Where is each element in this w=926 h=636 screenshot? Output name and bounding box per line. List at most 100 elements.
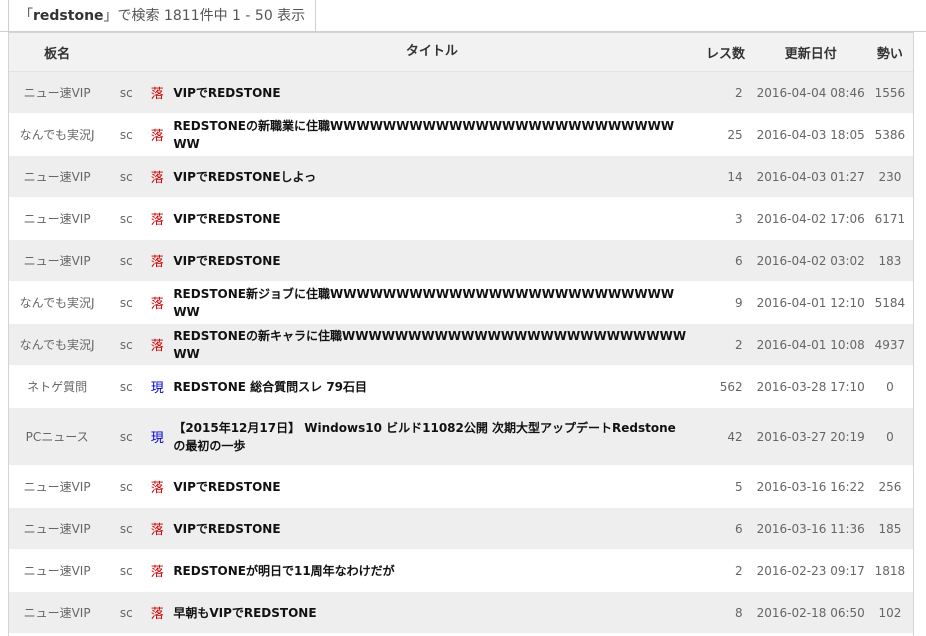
speed-value: 183 (866, 239, 913, 282)
updated-date: 2016-04-02 17:06 (754, 197, 867, 240)
board-name[interactable]: ネトゲ質問 (9, 365, 106, 408)
source-label: sc (105, 71, 148, 114)
board-name[interactable]: PCニュース (9, 407, 106, 466)
table-row: ニュー速VIP sc 落 VIPでREDSTONE 3 2016-04-02 17:06 6… (9, 197, 913, 240)
thread-title-link[interactable]: REDSTONE新ジョブに住職WWWWWWWWWWWWWWWWWWWWWWWWW… (167, 281, 697, 324)
thread-title-link[interactable]: REDSTONEの新職業に住職WWWWWWWWWWWWWWWWWWWWWWWWW… (167, 113, 697, 156)
res-count: 562 (696, 365, 755, 408)
thread-status: 現 (147, 407, 168, 466)
thread-title-link[interactable]: VIPでREDSTONE (167, 239, 697, 282)
res-count: 8 (696, 591, 755, 633)
source-label: sc (105, 239, 148, 282)
thread-status: 落 (147, 591, 168, 633)
header-source (105, 33, 148, 72)
thread-status: 落 (147, 113, 168, 156)
updated-date: 2016-03-16 16:22 (754, 465, 867, 508)
thread-status: 落 (147, 71, 168, 114)
updated-date: 2016-04-04 08:46 (754, 71, 867, 114)
source-label: sc (105, 113, 148, 156)
source-label: sc (105, 549, 148, 592)
board-name[interactable]: ニュー速VIP (9, 591, 106, 633)
board-name[interactable]: ニュー速VIP (9, 71, 106, 114)
thread-status: 落 (147, 465, 168, 508)
board-name[interactable]: ニュー速VIP (9, 155, 106, 198)
search-summary-bar: 「redstone」で検索 1811件中 1 - 50 表示 (0, 0, 926, 32)
source-label: sc (105, 465, 148, 508)
header-status (147, 33, 168, 72)
updated-date: 2016-03-28 17:10 (754, 365, 867, 408)
res-count: 2 (696, 323, 755, 366)
thread-status: 落 (147, 239, 168, 282)
board-name[interactable]: なんでも実況J (9, 281, 106, 324)
source-label: sc (105, 591, 148, 633)
thread-title-link[interactable]: VIPでREDSTONE (167, 507, 697, 550)
speed-value: 6171 (866, 197, 913, 240)
speed-value: 230 (866, 155, 913, 198)
board-name[interactable]: ニュー速VIP (9, 197, 106, 240)
thread-title-link[interactable]: 【2015年12月17日】 Windows10 ビルド11082公開 次期大型ア… (167, 407, 697, 466)
speed-value: 102 (866, 591, 913, 633)
search-open-quote: 「 (19, 8, 33, 24)
thread-title-link[interactable]: 早朝もVIPでREDSTONE (167, 591, 697, 633)
header-res-count[interactable]: レス数 (696, 33, 755, 72)
thread-status: 現 (147, 365, 168, 408)
updated-date: 2016-03-27 20:19 (754, 407, 867, 466)
table-row: ニュー速VIP sc 落 VIPでREDSTONE 2 2016-04-04 08:46 1… (9, 71, 913, 114)
res-count: 6 (696, 507, 755, 550)
board-name[interactable]: ニュー速VIP (9, 549, 106, 592)
table-row: ニュー速VIP sc 落 VIPでREDSTONE 6 2016-03-16 11:36 1… (9, 507, 913, 550)
source-label: sc (105, 507, 148, 550)
updated-date: 2016-03-16 11:36 (754, 507, 867, 550)
thread-title-link[interactable]: VIPでREDSTONEしよっ (167, 155, 697, 198)
board-name[interactable]: ニュー速VIP (9, 239, 106, 282)
thread-title-link[interactable]: VIPでREDSTONE (167, 197, 697, 240)
thread-title-link[interactable]: VIPでREDSTONE (167, 465, 697, 508)
res-count: 5 (696, 465, 755, 508)
speed-value: 1818 (866, 549, 913, 592)
thread-status: 落 (147, 507, 168, 550)
source-label: sc (105, 197, 148, 240)
table-row: PCニュース sc 現【2015年12月17日】 Windows10 ビルド1108… (9, 407, 913, 466)
thread-status: 落 (147, 155, 168, 198)
table-row: なんでも実況J sc 落 REDSTONEの新キャラに住職WWWWWWWWWWWWWW… (9, 323, 913, 366)
speed-value: 185 (866, 507, 913, 550)
board-name[interactable]: なんでも実況J (9, 323, 106, 366)
speed-value: 4937 (866, 323, 913, 366)
table-row: なんでも実況J sc 落 REDSTONE新ジョブに住職WWWWWWWWWWWWWWW… (9, 281, 913, 324)
thread-title-link[interactable]: REDSTONEが明日で11周年なわけだが (167, 549, 697, 592)
results-table: 板名 タイトル レス数 更新日付 勢い ニュー速VIP sc 落 VIPでREDSTO… (9, 33, 913, 633)
res-count: 9 (696, 281, 755, 324)
thread-status: 落 (147, 197, 168, 240)
search-query: redstone (33, 8, 104, 24)
board-name[interactable]: ニュー速VIP (9, 465, 106, 508)
updated-date: 2016-04-02 03:02 (754, 239, 867, 282)
source-label: sc (105, 407, 148, 466)
header-board[interactable]: 板名 (9, 33, 106, 72)
thread-title-link[interactable]: REDSTONE 総合質問スレ 79石目 (167, 365, 697, 408)
board-name[interactable]: なんでも実況J (9, 113, 106, 156)
res-count: 6 (696, 239, 755, 282)
speed-value: 5386 (866, 113, 913, 156)
thread-title-link[interactable]: REDSTONEの新キャラに住職WWWWWWWWWWWWWWWWWWWWWWWW… (167, 323, 697, 366)
table-row: ニュー速VIP sc 落 VIPでREDSTONE 5 2016-03-16 16:22 2… (9, 465, 913, 508)
speed-value: 256 (866, 465, 913, 508)
source-label: sc (105, 281, 148, 324)
speed-value: 0 (866, 407, 913, 466)
table-header-row: 板名 タイトル レス数 更新日付 勢い (9, 33, 913, 72)
res-count: 42 (696, 407, 755, 466)
updated-date: 2016-04-03 01:27 (754, 155, 867, 198)
speed-value: 0 (866, 365, 913, 408)
thread-status: 落 (147, 323, 168, 366)
table-row: ニュー速VIP sc 落 VIPでREDSTONE 6 2016-04-02 03:02 1… (9, 239, 913, 282)
board-name[interactable]: ニュー速VIP (9, 507, 106, 550)
res-count: 25 (696, 113, 755, 156)
thread-title-link[interactable]: VIPでREDSTONE (167, 71, 697, 114)
res-count: 2 (696, 71, 755, 114)
table-row: ニュー速VIP sc 落 VIPでREDSTONEしよっ 14 2016-04-03 01… (9, 155, 913, 198)
updated-date: 2016-02-18 06:50 (754, 591, 867, 633)
header-title[interactable]: タイトル (167, 33, 697, 72)
header-speed[interactable]: 勢い (866, 33, 913, 72)
search-result-summary: 」で検索 1811件中 1 - 50 表示 (103, 8, 306, 24)
header-updated-date[interactable]: 更新日付 (754, 33, 867, 72)
results-body: ニュー速VIP sc 落 VIPでREDSTONE 2 2016-04-04 08:46 1… (9, 71, 913, 633)
